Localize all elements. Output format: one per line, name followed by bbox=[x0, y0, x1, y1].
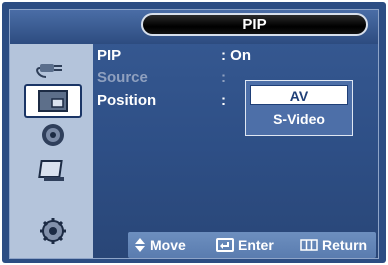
sidebar-item-input[interactable] bbox=[28, 50, 78, 84]
footer-hints: Move Enter Return bbox=[128, 232, 376, 258]
hint-enter-label: Enter bbox=[238, 237, 274, 253]
speaker-icon bbox=[42, 124, 64, 146]
enter-icon bbox=[216, 238, 234, 252]
menu-value-position: : bbox=[221, 92, 226, 109]
sidebar-item-setup[interactable] bbox=[28, 214, 78, 248]
menu-return-icon bbox=[300, 239, 318, 251]
plug-icon bbox=[36, 64, 62, 78]
menu-label-pip: PIP bbox=[97, 47, 122, 64]
hint-move: Move bbox=[134, 237, 186, 253]
menu-value-pip: : On bbox=[221, 47, 251, 64]
menu-label-position: Position bbox=[97, 92, 157, 109]
sidebar-item-sound[interactable] bbox=[28, 118, 78, 152]
source-dropdown: AV S-Video bbox=[245, 80, 353, 136]
menu-label-source: Source bbox=[97, 69, 148, 86]
page-title: PIP bbox=[141, 13, 368, 36]
title-bar: PIP bbox=[10, 10, 378, 44]
hint-move-label: Move bbox=[150, 237, 186, 253]
hint-enter: Enter bbox=[216, 237, 274, 253]
dropdown-option-s-video[interactable]: S-Video bbox=[250, 109, 348, 129]
picture-frame-icon bbox=[38, 160, 64, 181]
osd-panel: PIP PIP: On Source: Position: AV S-Vi… bbox=[9, 9, 379, 259]
dropdown-option-av[interactable]: AV bbox=[250, 85, 348, 105]
hint-return-label: Return bbox=[322, 237, 368, 253]
sidebar-item-screen[interactable] bbox=[28, 154, 78, 188]
hint-return: Return bbox=[300, 237, 367, 253]
pip-picture-icon bbox=[38, 90, 68, 112]
menu-value-source: : bbox=[221, 69, 226, 86]
up-down-arrows-icon bbox=[135, 238, 145, 252]
osd-window: PIP PIP: On Source: Position: AV S-Vi… bbox=[2, 2, 386, 263]
sidebar bbox=[10, 44, 93, 258]
gear-icon bbox=[40, 218, 66, 244]
sidebar-item-picture[interactable] bbox=[24, 84, 82, 118]
